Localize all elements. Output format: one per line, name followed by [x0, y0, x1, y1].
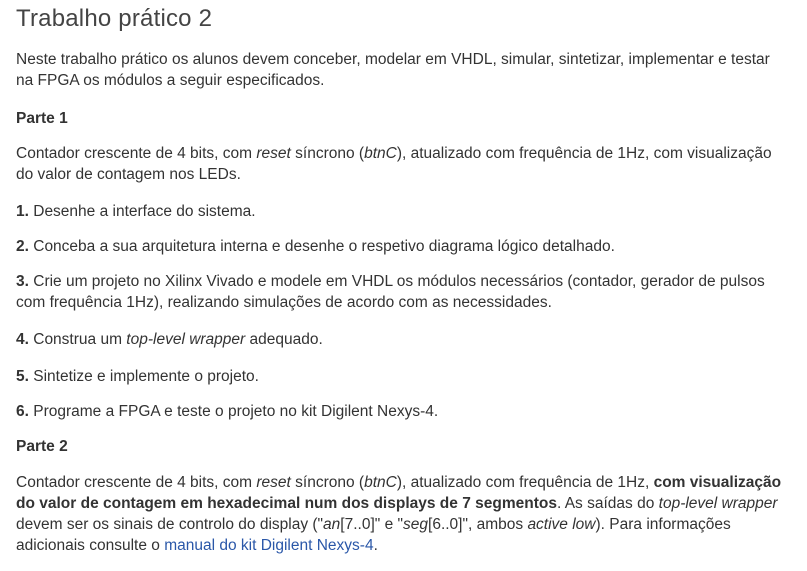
- p2-a: Contador crescente de 4 bits, com: [16, 474, 257, 491]
- step-6-number: 6.: [16, 403, 29, 420]
- step-5-number: 5.: [16, 368, 29, 385]
- step-2-text: Conceba a sua arquitetura interna e dese…: [28, 238, 615, 255]
- step-4-number: 4.: [16, 331, 29, 348]
- step-4-em: top-level wrapper: [126, 331, 246, 348]
- p2-btn: btnC: [364, 474, 397, 491]
- step-3-number: 3.: [16, 273, 29, 290]
- step-4: 4. Construa um top-level wrapper adequad…: [16, 329, 791, 350]
- page: Trabalho prático 2 Neste trabalho prátic…: [0, 0, 807, 571]
- step-5-text: Sintetize e implemente o projeto.: [28, 368, 259, 385]
- p2-al: active low: [527, 516, 596, 533]
- step-1: 1. Desenhe a interface do sistema.: [16, 201, 791, 222]
- part1-heading: Parte 1: [16, 110, 68, 127]
- p2-an: an: [323, 516, 341, 533]
- part1-reset: reset: [256, 145, 291, 162]
- p2-g: [6..0]", ambos: [428, 516, 528, 533]
- step-5: 5. Sintetize e implemente o projeto.: [16, 366, 791, 387]
- part1-desc-a: Contador crescente de 4 bits, com: [16, 145, 257, 162]
- p2-e: devem ser os sinais de controlo do displ…: [16, 516, 324, 533]
- p2-c: ), atualizado com frequência de 1Hz,: [396, 474, 654, 491]
- step-6-text: Programe a FPGA e teste o projeto no kit…: [28, 403, 439, 420]
- part2-heading: Parte 2: [16, 438, 68, 455]
- step-6: 6. Programe a FPGA e teste o projeto no …: [16, 401, 791, 422]
- part1-description: Contador crescente de 4 bits, com reset …: [16, 143, 791, 185]
- step-3: 3. Crie um projeto no Xilinx Vivado e mo…: [16, 271, 791, 313]
- p2-tlw: top-level wrapper: [658, 495, 778, 512]
- p2-i: .: [373, 537, 378, 554]
- step-1-number: 1.: [16, 203, 29, 220]
- step-1-text: Desenhe a interface do sistema.: [28, 203, 256, 220]
- page-title: Trabalho prático 2: [16, 5, 213, 32]
- step-2-number: 2.: [16, 238, 29, 255]
- nexys4-manual-link[interactable]: manual do kit Digilent Nexys-4: [164, 537, 373, 554]
- step-2: 2. Conceba a sua arquitetura interna e d…: [16, 236, 791, 257]
- part1-desc-b: síncrono (: [290, 145, 365, 162]
- part2-description: Contador crescente de 4 bits, com reset …: [16, 472, 791, 556]
- step-3-text: Crie um projeto no Xilinx Vivado e model…: [16, 273, 765, 311]
- p2-b: síncrono (: [290, 474, 365, 491]
- intro-text: Neste trabalho prático os alunos devem c…: [16, 51, 770, 89]
- p2-f: [7..0]" e ": [340, 516, 404, 533]
- p2-d: . As saídas do: [556, 495, 659, 512]
- part1-btn: btnC: [364, 145, 397, 162]
- step-4-pre: Construa um: [28, 331, 127, 348]
- step-4-post: adequado.: [245, 331, 323, 348]
- p2-seg: seg: [403, 516, 429, 533]
- p2-reset: reset: [256, 474, 291, 491]
